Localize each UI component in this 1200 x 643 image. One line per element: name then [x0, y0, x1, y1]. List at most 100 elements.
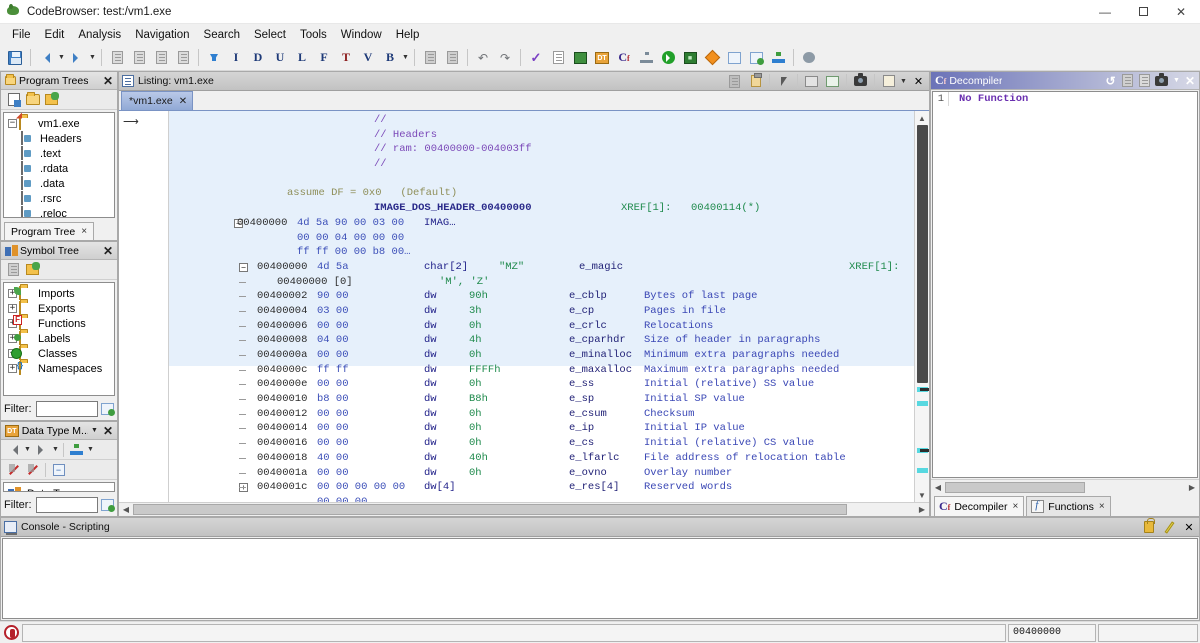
filter-options-icon[interactable] [101, 497, 114, 514]
expand-toggle-icon[interactable]: − [239, 263, 248, 272]
listing-row[interactable]: 00 00 00 [169, 495, 914, 502]
expand-toggle-icon[interactable]: + [8, 304, 17, 313]
minimize-button[interactable]: — [1086, 0, 1124, 24]
dtm-close-icon[interactable]: ✕ [101, 423, 115, 439]
scroll-right-icon[interactable]: ▶ [915, 503, 929, 516]
console-close-icon[interactable]: ✕ [1179, 518, 1199, 536]
menu-analysis[interactable]: Analysis [71, 27, 128, 43]
listing-row[interactable]: 0040001840 00dw40he_lfarlcFile address o… [169, 451, 914, 466]
listing-row[interactable]: −004000004d 5achar[2]"MZ"e_magicXREF[1]:… [169, 260, 914, 275]
variable-icon[interactable]: V [357, 47, 379, 69]
snapshot-page-3-icon[interactable] [150, 47, 172, 69]
instruction-icon[interactable]: I [225, 47, 247, 69]
tab-vm1-exe[interactable]: *vm1.exe ✕ [121, 91, 193, 110]
diff-view-icon[interactable] [701, 47, 723, 69]
menu-navigation[interactable]: Navigation [128, 27, 196, 43]
expand-toggle-icon[interactable]: − [8, 119, 17, 128]
menu-window[interactable]: Window [334, 27, 389, 43]
filter-types-icon[interactable] [67, 441, 86, 459]
tab-program-tree[interactable]: Program Tree × [4, 222, 94, 240]
down-arrow-icon[interactable] [203, 47, 225, 69]
snapshot-icon[interactable] [850, 72, 871, 90]
memory-map-icon[interactable] [547, 47, 569, 69]
menu-help[interactable]: Help [389, 27, 427, 43]
listing-row[interactable]: 0040000403 00dw3he_cpPages in file [169, 304, 914, 319]
scroll-left-icon[interactable]: ◀ [119, 503, 133, 516]
menu-select[interactable]: Select [247, 27, 293, 43]
copy-icon[interactable] [1119, 73, 1136, 89]
select-block-icon[interactable] [419, 47, 441, 69]
filter-options-icon[interactable] [101, 401, 114, 418]
snapshot-page-4-icon[interactable] [172, 47, 194, 69]
tab-close-icon[interactable]: ✕ [179, 96, 187, 107]
data-type-manager-icon[interactable]: DT [591, 47, 613, 69]
listing-row[interactable]: 0040001a00 00dw0he_ovnoOverlay number [169, 466, 914, 481]
rename-icon[interactable] [4, 261, 23, 279]
collapse-all-icon[interactable]: − [49, 461, 68, 479]
symbol-tree-close-icon[interactable]: ✕ [101, 243, 115, 259]
bookmark-dropdown-icon[interactable]: ▼ [401, 47, 410, 69]
dtm-body[interactable]: Data Types + BuiltInTypes + vm1.exe [3, 482, 115, 492]
listing-code-area[interactable]: //// Headers// ram: 00400000-004003ff//a… [169, 111, 914, 502]
chevron-down-icon[interactable]: ▼ [88, 423, 101, 439]
listing-row[interactable] [169, 172, 914, 187]
listing-row[interactable]: ff ff 00 00 b8 00… [169, 245, 914, 260]
scroll-right-icon[interactable]: ▶ [1185, 481, 1199, 494]
tab-functions[interactable]: Functions × [1026, 496, 1110, 516]
program-diff-icon[interactable] [569, 47, 591, 69]
listing-row[interactable]: 0040001400 00dw0he_ipInitial IP value [169, 421, 914, 436]
listing-row[interactable]: // [169, 157, 914, 172]
maximize-button[interactable] [1124, 0, 1162, 24]
listing-row[interactable]: // ram: 00400000-004003ff [169, 142, 914, 157]
scroll-down-icon[interactable]: ▼ [915, 488, 929, 502]
auto-analyze-icon[interactable]: ✓ [525, 47, 547, 69]
run-debugger-icon[interactable] [657, 47, 679, 69]
hscroll-thumb[interactable] [133, 504, 847, 515]
back-arrow-icon[interactable] [4, 441, 23, 459]
listing-row[interactable]: 0040000cff ffdwFFFFhe_maxallocMaximum ex… [169, 363, 914, 378]
listing-close-icon[interactable]: ✕ [908, 72, 929, 90]
fields-dropdown-icon[interactable]: ▼ [899, 70, 908, 92]
open-folder-icon[interactable] [23, 91, 42, 109]
edit-fields-icon[interactable] [878, 72, 899, 90]
export-icon[interactable] [1136, 73, 1153, 89]
help-globe-icon[interactable] [798, 47, 820, 69]
scroll-left-icon[interactable]: ◀ [931, 481, 945, 494]
tab-close-icon[interactable]: × [81, 226, 87, 237]
scroll-thumb[interactable] [917, 125, 928, 383]
snapshot-window-icon[interactable] [745, 47, 767, 69]
program-trees-body[interactable]: − vm1.exe Headers .text [3, 112, 115, 218]
snapshot-icon[interactable] [1153, 73, 1170, 89]
decompiler-close-icon[interactable]: ✕ [1183, 73, 1197, 89]
expand-toggle-icon[interactable]: + [8, 364, 17, 373]
emulator-icon[interactable]: ■ [679, 47, 701, 69]
open-program-icon[interactable] [42, 91, 61, 109]
menu-tools[interactable]: Tools [293, 27, 334, 43]
clear-code-icon[interactable]: T [335, 47, 357, 69]
symbol-tree-filter-input[interactable] [36, 401, 99, 417]
undefine-icon[interactable]: U [269, 47, 291, 69]
forward-arrow-icon[interactable] [32, 441, 51, 459]
listing-row[interactable]: 0040000804 00dw4he_cparhdrSize of header… [169, 333, 914, 348]
listing-row[interactable]: 0040000e00 00dw0he_ssInitial (relative) … [169, 377, 914, 392]
listing-row[interactable]: 00400000 [0]'M', 'Z' [169, 275, 914, 290]
compare-icon[interactable] [822, 72, 843, 90]
decompiler-body[interactable]: 1 No Function [932, 91, 1198, 478]
select-block-2-icon[interactable] [441, 47, 463, 69]
tree-node-reloc[interactable]: .reloc [8, 206, 114, 218]
console-body[interactable] [2, 538, 1198, 619]
symbol-node-namespaces[interactable]: + Namespaces [8, 361, 114, 376]
decompiler-horizontal-scrollbar[interactable]: ◀ ▶ [931, 479, 1199, 494]
redo-icon[interactable]: ↷ [494, 47, 516, 69]
listing-row[interactable]: 0040000290 00dw90he_cblpBytes of last pa… [169, 289, 914, 304]
delete-type-icon[interactable] [4, 461, 23, 479]
listing-vertical-scrollbar[interactable]: ▲ ▼ [914, 111, 929, 502]
clear-filter-icon[interactable] [23, 461, 42, 479]
forward-dropdown-icon[interactable]: ▼ [51, 439, 60, 461]
listing-row[interactable]: assume DF = 0x0 (Default) [169, 186, 914, 201]
label-icon[interactable]: L [291, 47, 313, 69]
new-tree-icon[interactable] [4, 91, 23, 109]
hscroll-thumb[interactable] [945, 482, 1085, 493]
edit-pencil-icon[interactable] [1159, 518, 1179, 536]
scroll-up-icon[interactable]: ▲ [915, 111, 929, 125]
